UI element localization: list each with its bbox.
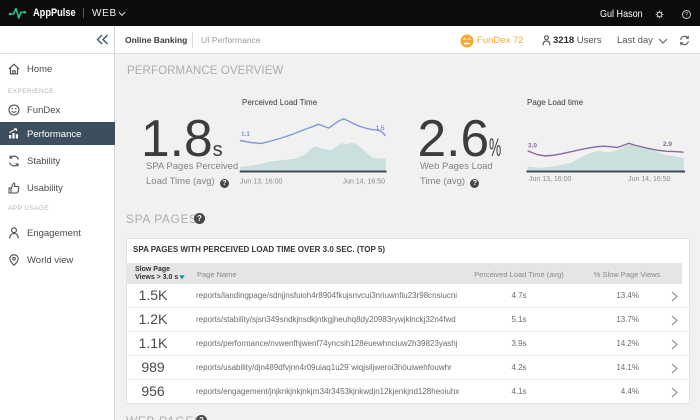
- svg-text:2.9: 2.9: [663, 141, 672, 148]
- svg-text:Jun 14, 16:50: Jun 14, 16:50: [628, 176, 671, 183]
- svg-text:Jun 14, 16:50: Jun 14, 16:50: [343, 179, 386, 186]
- svg-text:3.0: 3.0: [528, 143, 537, 150]
- svg-text:Jun 13, 16:00: Jun 13, 16:00: [240, 179, 283, 186]
- svg-text:1.1: 1.1: [241, 131, 250, 138]
- svg-text:1.5: 1.5: [376, 125, 385, 132]
- svg-text:?: ?: [685, 12, 689, 19]
- svg-text:Jun 13, 16:00: Jun 13, 16:00: [529, 176, 572, 183]
